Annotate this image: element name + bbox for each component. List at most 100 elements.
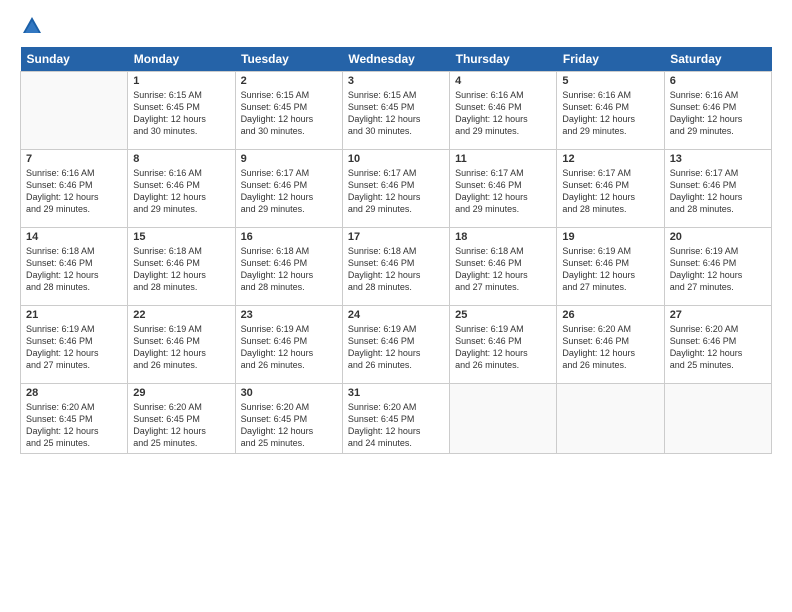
day-number: 24 — [348, 309, 444, 321]
day-number: 11 — [455, 153, 551, 165]
day-info: Sunrise: 6:20 AM Sunset: 6:45 PM Dayligh… — [241, 401, 337, 450]
day-info: Sunrise: 6:19 AM Sunset: 6:46 PM Dayligh… — [133, 323, 229, 372]
page-container: SundayMondayTuesdayWednesdayThursdayFrid… — [0, 0, 792, 464]
day-number: 22 — [133, 309, 229, 321]
day-info: Sunrise: 6:19 AM Sunset: 6:46 PM Dayligh… — [26, 323, 122, 372]
day-header-thursday: Thursday — [450, 47, 557, 72]
day-header-monday: Monday — [128, 47, 235, 72]
day-number: 12 — [562, 153, 658, 165]
calendar-cell: 24 Sunrise: 6:19 AM Sunset: 6:46 PM Dayli… — [342, 306, 449, 384]
day-info: Sunrise: 6:16 AM Sunset: 6:46 PM Dayligh… — [670, 89, 766, 138]
day-info: Sunrise: 6:17 AM Sunset: 6:46 PM Dayligh… — [241, 167, 337, 216]
day-number: 16 — [241, 231, 337, 243]
calendar-cell: 19 Sunrise: 6:19 AM Sunset: 6:46 PM Dayli… — [557, 228, 664, 306]
day-number: 8 — [133, 153, 229, 165]
calendar-cell: 21 Sunrise: 6:19 AM Sunset: 6:46 PM Dayli… — [21, 306, 128, 384]
day-info: Sunrise: 6:18 AM Sunset: 6:46 PM Dayligh… — [455, 245, 551, 294]
day-info: Sunrise: 6:16 AM Sunset: 6:46 PM Dayligh… — [26, 167, 122, 216]
calendar-cell: 12Sunrise: 6:17 AM Sunset: 6:46 PM Dayli… — [557, 150, 664, 228]
day-info: Sunrise: 6:19 AM Sunset: 6:46 PM Dayligh… — [455, 323, 551, 372]
day-info: Sunrise: 6:19 AM Sunset: 6:46 PM Dayligh… — [241, 323, 337, 372]
day-number: 7 — [26, 153, 122, 165]
day-info: Sunrise: 6:18 AM Sunset: 6:46 PM Dayligh… — [133, 245, 229, 294]
day-number: 29 — [133, 387, 229, 399]
calendar-cell — [664, 384, 771, 454]
day-number: 27 — [670, 309, 766, 321]
day-number: 31 — [348, 387, 444, 399]
day-info: Sunrise: 6:17 AM Sunset: 6:46 PM Dayligh… — [670, 167, 766, 216]
calendar-week-1: 1 Sunrise: 6:15 AM Sunset: 6:45 PM Daylig… — [21, 72, 772, 150]
day-info: Sunrise: 6:16 AM Sunset: 6:46 PM Dayligh… — [562, 89, 658, 138]
calendar-cell: 22 Sunrise: 6:19 AM Sunset: 6:46 PM Dayli… — [128, 306, 235, 384]
logo — [20, 15, 44, 37]
calendar-cell: 25Sunrise: 6:19 AM Sunset: 6:46 PM Dayli… — [450, 306, 557, 384]
calendar-cell: 28Sunrise: 6:20 AM Sunset: 6:45 PM Dayli… — [21, 384, 128, 454]
calendar-cell: 31 Sunrise: 6:20 AM Sunset: 6:45 PM Dayli… — [342, 384, 449, 454]
calendar-cell: 29Sunrise: 6:20 AM Sunset: 6:45 PM Dayli… — [128, 384, 235, 454]
calendar-cell: 10 Sunrise: 6:17 AM Sunset: 6:46 PM Dayli… — [342, 150, 449, 228]
day-number: 21 — [26, 309, 122, 321]
day-info: Sunrise: 6:18 AM Sunset: 6:46 PM Dayligh… — [241, 245, 337, 294]
day-info: Sunrise: 6:15 AM Sunset: 6:45 PM Dayligh… — [241, 89, 337, 138]
day-number: 5 — [562, 75, 658, 87]
day-info: Sunrise: 6:19 AM Sunset: 6:46 PM Dayligh… — [348, 323, 444, 372]
day-number: 2 — [241, 75, 337, 87]
day-number: 23 — [241, 309, 337, 321]
day-header-friday: Friday — [557, 47, 664, 72]
day-number: 10 — [348, 153, 444, 165]
calendar-cell: 9 Sunrise: 6:17 AM Sunset: 6:46 PM Daylig… — [235, 150, 342, 228]
calendar-cell: 13Sunrise: 6:17 AM Sunset: 6:46 PM Dayli… — [664, 150, 771, 228]
day-header-sunday: Sunday — [21, 47, 128, 72]
day-number: 18 — [455, 231, 551, 243]
calendar-cell: 18 Sunrise: 6:18 AM Sunset: 6:46 PM Dayli… — [450, 228, 557, 306]
calendar-cell: 2 Sunrise: 6:15 AM Sunset: 6:45 PM Daylig… — [235, 72, 342, 150]
day-info: Sunrise: 6:18 AM Sunset: 6:46 PM Dayligh… — [348, 245, 444, 294]
day-number: 3 — [348, 75, 444, 87]
day-number: 30 — [241, 387, 337, 399]
day-number: 15 — [133, 231, 229, 243]
day-info: Sunrise: 6:19 AM Sunset: 6:46 PM Dayligh… — [670, 245, 766, 294]
day-info: Sunrise: 6:15 AM Sunset: 6:45 PM Dayligh… — [133, 89, 229, 138]
calendar-cell: 4 Sunrise: 6:16 AM Sunset: 6:46 PM Daylig… — [450, 72, 557, 150]
calendar-table: SundayMondayTuesdayWednesdayThursdayFrid… — [20, 47, 772, 454]
calendar-week-2: 7 Sunrise: 6:16 AM Sunset: 6:46 PM Daylig… — [21, 150, 772, 228]
day-info: Sunrise: 6:15 AM Sunset: 6:45 PM Dayligh… — [348, 89, 444, 138]
calendar-cell: 15 Sunrise: 6:18 AM Sunset: 6:46 PM Dayli… — [128, 228, 235, 306]
day-number: 4 — [455, 75, 551, 87]
day-info: Sunrise: 6:20 AM Sunset: 6:46 PM Dayligh… — [670, 323, 766, 372]
day-number: 14 — [26, 231, 122, 243]
calendar-cell: 30 Sunrise: 6:20 AM Sunset: 6:45 PM Dayli… — [235, 384, 342, 454]
header-row: SundayMondayTuesdayWednesdayThursdayFrid… — [21, 47, 772, 72]
day-header-wednesday: Wednesday — [342, 47, 449, 72]
day-number: 19 — [562, 231, 658, 243]
day-number: 17 — [348, 231, 444, 243]
calendar-week-4: 21 Sunrise: 6:19 AM Sunset: 6:46 PM Dayli… — [21, 306, 772, 384]
calendar-cell: 20 Sunrise: 6:19 AM Sunset: 6:46 PM Dayli… — [664, 228, 771, 306]
calendar-week-3: 14 Sunrise: 6:18 AM Sunset: 6:46 PM Dayli… — [21, 228, 772, 306]
calendar-cell: 6 Sunrise: 6:16 AM Sunset: 6:46 PM Daylig… — [664, 72, 771, 150]
calendar-cell: 3 Sunrise: 6:15 AM Sunset: 6:45 PM Daylig… — [342, 72, 449, 150]
calendar-cell: 17 Sunrise: 6:18 AM Sunset: 6:46 PM Dayli… — [342, 228, 449, 306]
day-info: Sunrise: 6:16 AM Sunset: 6:46 PM Dayligh… — [133, 167, 229, 216]
calendar-cell — [450, 384, 557, 454]
day-header-tuesday: Tuesday — [235, 47, 342, 72]
day-info: Sunrise: 6:20 AM Sunset: 6:46 PM Dayligh… — [562, 323, 658, 372]
calendar-cell: 5 Sunrise: 6:16 AM Sunset: 6:46 PM Daylig… — [557, 72, 664, 150]
day-number: 20 — [670, 231, 766, 243]
day-number: 9 — [241, 153, 337, 165]
calendar-cell: 26 Sunrise: 6:20 AM Sunset: 6:46 PM Dayli… — [557, 306, 664, 384]
day-number: 26 — [562, 309, 658, 321]
day-info: Sunrise: 6:20 AM Sunset: 6:45 PM Dayligh… — [348, 401, 444, 450]
day-info: Sunrise: 6:16 AM Sunset: 6:46 PM Dayligh… — [455, 89, 551, 138]
day-info: Sunrise: 6:17 AM Sunset: 6:46 PM Dayligh… — [348, 167, 444, 216]
calendar-cell: 27 Sunrise: 6:20 AM Sunset: 6:46 PM Dayli… — [664, 306, 771, 384]
calendar-cell: 23 Sunrise: 6:19 AM Sunset: 6:46 PM Dayli… — [235, 306, 342, 384]
day-info: Sunrise: 6:17 AM Sunset: 6:46 PM Dayligh… — [455, 167, 551, 216]
calendar-cell — [21, 72, 128, 150]
logo-icon — [21, 15, 43, 37]
day-number: 6 — [670, 75, 766, 87]
calendar-cell: 11 Sunrise: 6:17 AM Sunset: 6:46 PM Dayli… — [450, 150, 557, 228]
day-info: Sunrise: 6:20 AM Sunset: 6:45 PM Dayligh… — [26, 401, 122, 450]
day-number: 1 — [133, 75, 229, 87]
day-info: Sunrise: 6:19 AM Sunset: 6:46 PM Dayligh… — [562, 245, 658, 294]
